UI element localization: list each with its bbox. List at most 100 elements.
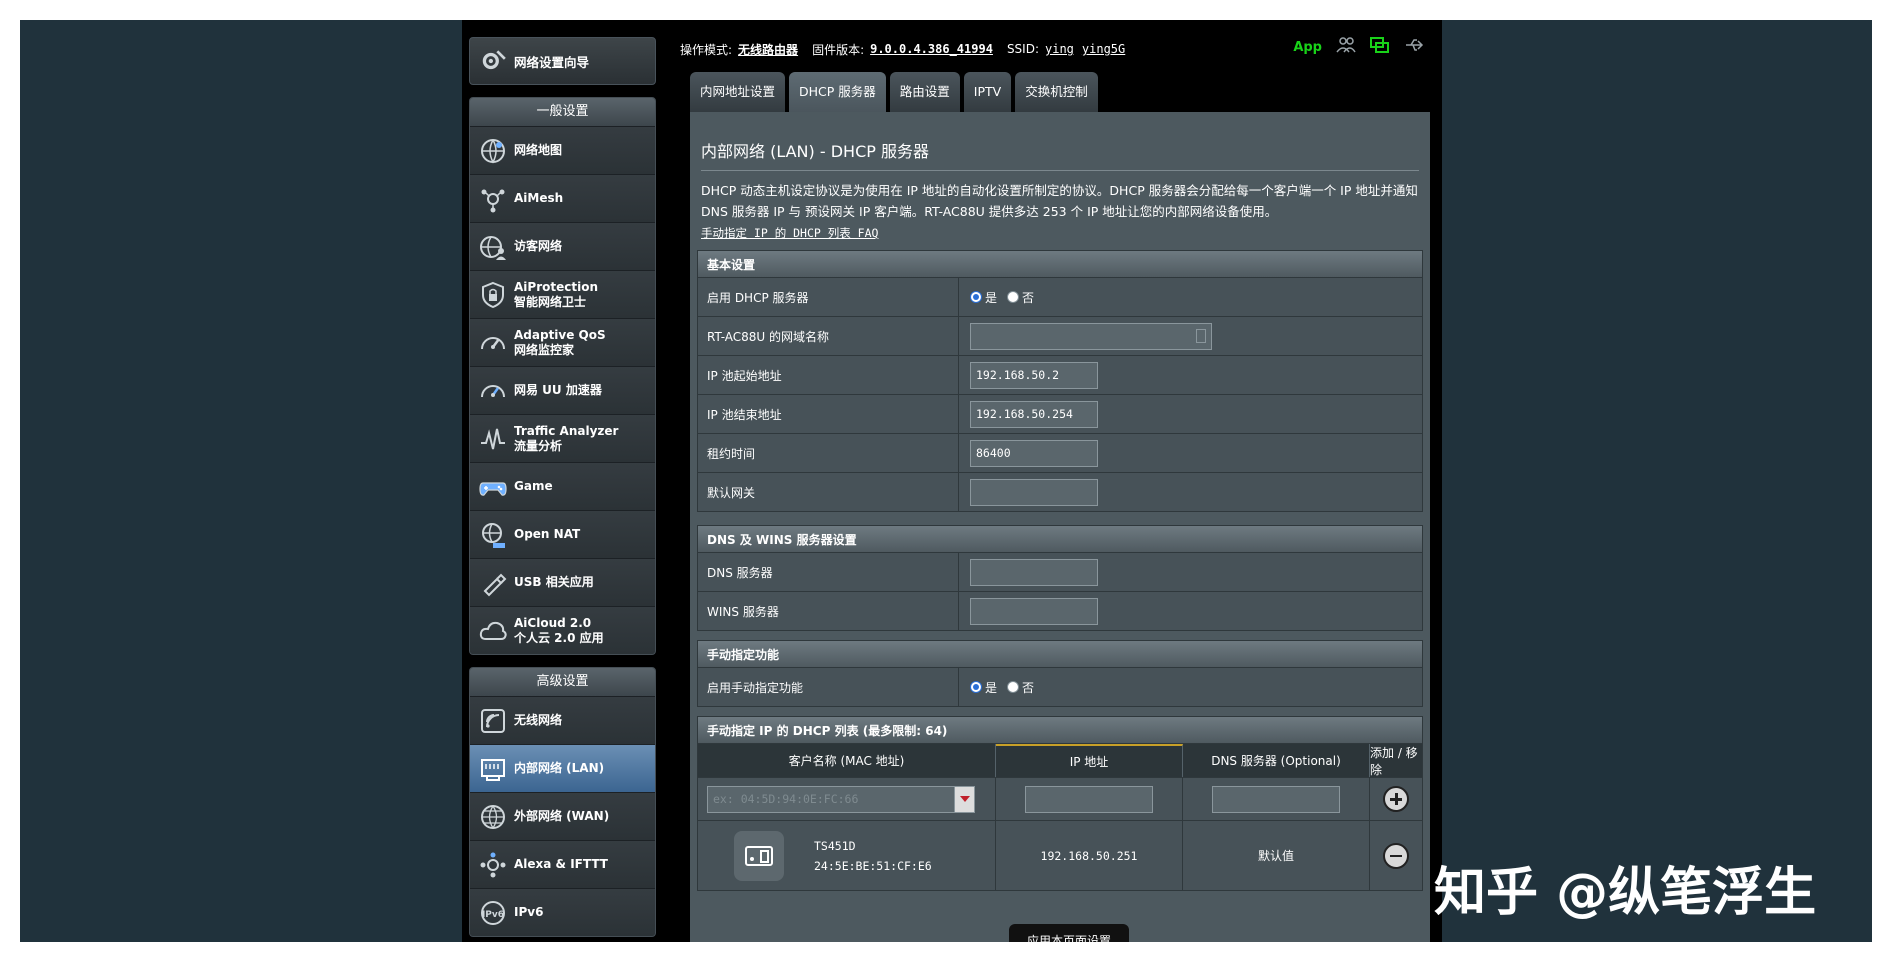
ip-pool-end-input[interactable]: 192.168.50.254 — [970, 400, 1098, 428]
remove-entry-button[interactable] — [1383, 842, 1409, 869]
advanced-settings-title: 高级设置 — [470, 668, 655, 696]
tab-bar: 内网地址设置 DHCP 服务器 路由设置 IPTV 交换机控制 — [690, 72, 1098, 112]
default-gateway-input[interactable] — [970, 478, 1098, 506]
dhcp-list-section: 手动指定 IP 的 DHCP 列表 (最多限制: 64) 客户名称 (MAC 地… — [697, 716, 1423, 891]
usb-status-icon[interactable] — [1404, 36, 1424, 58]
sidebar-item-globe-map[interactable]: 网络地图 — [470, 126, 655, 174]
mac-address-combobox[interactable]: ex: 04:5D:94:0E:FC:66 — [707, 785, 975, 813]
mac-address-placeholder: ex: 04:5D:94:0E:FC:66 — [713, 792, 859, 806]
apply-settings-button[interactable]: 应用本页面设置 — [1009, 924, 1129, 942]
open-nat-icon — [478, 520, 508, 550]
lan-icon — [478, 754, 508, 784]
lease-time-row: 租约时间 86400 — [697, 434, 1423, 473]
dhcp-list-columns: 客户名称 (MAC 地址) IP 地址 DNS 服务器 (Optional) 添… — [697, 744, 1423, 778]
faq-link[interactable]: 手动指定 IP 的 DHCP 列表 FAQ — [701, 226, 878, 240]
globe-map-icon — [478, 136, 508, 166]
ssid-label: SSID: — [1006, 42, 1039, 56]
dropdown-arrow-icon[interactable] — [954, 786, 974, 812]
sidebar-item-label: Game — [514, 479, 553, 493]
sidebar-item-open-nat[interactable]: Open NAT — [470, 510, 655, 558]
sidebar-item-wireless[interactable]: 无线网络 — [470, 696, 655, 744]
enable-dhcp-no-radio[interactable]: 否 — [1007, 289, 1034, 306]
network-status-icon[interactable] — [1370, 36, 1390, 58]
firmware-link[interactable]: 9.0.0.4.386_41994 — [870, 42, 993, 56]
add-entry-button[interactable] — [1383, 786, 1409, 812]
new-ip-input[interactable] — [1025, 785, 1153, 813]
ip-pool-start-row: IP 池起始地址 192.168.50.2 — [697, 356, 1423, 395]
mode-link[interactable]: 无线路由器 — [738, 41, 798, 58]
sidebar-item-wan-globe[interactable]: 外部网络 (WAN) — [470, 792, 655, 840]
mode-label: 操作模式: — [680, 42, 733, 57]
enable-dhcp-row: 启用 DHCP 服务器 是 否 — [697, 278, 1423, 317]
sidebar-item-label: 无线网络 — [514, 713, 563, 727]
sidebar-item-speedometer[interactable]: Adaptive QoS 网络监控家 — [470, 318, 655, 366]
new-dns-input[interactable] — [1212, 785, 1340, 813]
ip-pool-end-row: IP 池结束地址 192.168.50.254 — [697, 395, 1423, 434]
wan-globe-icon — [478, 802, 508, 832]
lease-time-input[interactable]: 86400 — [970, 439, 1098, 467]
clients-icon[interactable] — [1336, 36, 1356, 58]
tab-switch-control[interactable]: 交换机控制 — [1015, 72, 1098, 112]
ssid-24g-link[interactable]: ying — [1045, 42, 1074, 56]
wins-server-row: WINS 服务器 — [697, 592, 1423, 631]
sidebar-item-ipv6[interactable]: IPv6 IPv6 — [470, 888, 655, 936]
cloud-icon — [478, 616, 508, 646]
enable-manual-yes-radio[interactable]: 是 — [970, 679, 997, 696]
device-name: TS451D — [814, 838, 856, 853]
enable-dhcp-yes-radio[interactable]: 是 — [970, 289, 997, 306]
device-ip: 192.168.50.251 — [996, 821, 1183, 890]
advanced-settings-group: 高级设置 无线网络内部网络 (LAN) 外部网络 (WAN) Alexa & IFT… — [469, 667, 656, 937]
input-clear-icon — [1196, 329, 1206, 343]
ip-pool-start-input[interactable]: 192.168.50.2 — [970, 361, 1098, 389]
speedometer-icon — [478, 328, 508, 358]
default-gateway-label: 默认网关 — [698, 473, 959, 511]
page-title: 内部网络 (LAN) - DHCP 服务器 — [701, 142, 929, 161]
tab-route[interactable]: 路由设置 — [889, 72, 960, 112]
status-icons: App — [1293, 36, 1424, 58]
guest-network-icon — [478, 232, 508, 262]
watermark: 知乎 @纵笔浮生 — [1434, 863, 1817, 923]
sidebar-item-lan[interactable]: 内部网络 (LAN) — [470, 744, 655, 792]
ipv6-icon: IPv6 — [478, 898, 508, 928]
sidebar: 网络设置向导 一般设置 网络地图 AiMesh 访客网络 AiProtection 智能… — [469, 37, 656, 937]
sidebar-item-alexa[interactable]: Alexa & IFTTT — [470, 840, 655, 888]
domain-name-label: RT-AC88U 的网域名称 — [698, 317, 959, 355]
tab-lan-ip[interactable]: 内网地址设置 — [690, 72, 786, 112]
traffic-icon — [478, 424, 508, 454]
device-dns: 默认值 — [1183, 821, 1370, 890]
sidebar-item-label: AiProtection — [514, 279, 598, 294]
ip-pool-start-label: IP 池起始地址 — [698, 356, 959, 394]
sidebar-item-label: 内部网络 (LAN) — [514, 761, 605, 775]
general-settings-title: 一般设置 — [470, 98, 655, 126]
wins-server-input[interactable] — [970, 597, 1098, 625]
screenshot-frame: 网络设置向导 一般设置 网络地图 AiMesh 访客网络 AiProtection 智能… — [20, 20, 1872, 942]
sidebar-item-label: 外部网络 (WAN) — [514, 809, 610, 823]
domain-name-input[interactable] — [970, 322, 1212, 350]
router-admin-app: 网络设置向导 一般设置 网络地图 AiMesh 访客网络 AiProtection 智能… — [462, 20, 1442, 942]
ssid-5g-link[interactable]: ying5G — [1082, 42, 1125, 56]
enable-manual-row: 启用手动指定功能 是 否 — [697, 668, 1423, 707]
sidebar-item-guest-network[interactable]: 访客网络 — [470, 222, 655, 270]
device-nas-icon — [734, 830, 784, 881]
setup-wizard-button[interactable]: 网络设置向导 — [469, 37, 656, 85]
sidebar-item-aimesh[interactable]: AiMesh — [470, 174, 655, 222]
firmware-label: 固件版本: — [812, 42, 865, 57]
sidebar-item-gamepad[interactable]: Game — [470, 462, 655, 510]
tab-dhcp-server[interactable]: DHCP 服务器 — [789, 72, 886, 112]
accelerator-icon — [478, 376, 508, 406]
sidebar-item-label: Alexa & IFTTT — [514, 857, 608, 871]
sidebar-item-shield-lock[interactable]: AiProtection 智能网络卫士 — [470, 270, 655, 318]
enable-manual-no-radio[interactable]: 否 — [1007, 679, 1034, 696]
sidebar-item-accelerator[interactable]: 网易 UU 加速器 — [470, 366, 655, 414]
setup-wizard-label: 网络设置向导 — [514, 54, 590, 70]
dns-server-label: DNS 服务器 — [698, 553, 959, 591]
dns-server-input[interactable] — [970, 558, 1098, 586]
tab-iptv[interactable]: IPTV — [963, 72, 1012, 112]
app-link[interactable]: App — [1293, 40, 1322, 55]
sidebar-item-usb[interactable]: USB 相关应用 — [470, 558, 655, 606]
sidebar-item-traffic[interactable]: Traffic Analyzer 流量分析 — [470, 414, 655, 462]
dhcp-add-row: ex: 04:5D:94:0E:FC:66 — [697, 778, 1423, 821]
sidebar-item-cloud[interactable]: AiCloud 2.0 个人云 2.0 应用 — [470, 606, 655, 654]
sidebar-item-label: Open NAT — [514, 527, 581, 541]
manual-assignment-section: 手动指定功能 启用手动指定功能 是 否 — [697, 640, 1423, 707]
